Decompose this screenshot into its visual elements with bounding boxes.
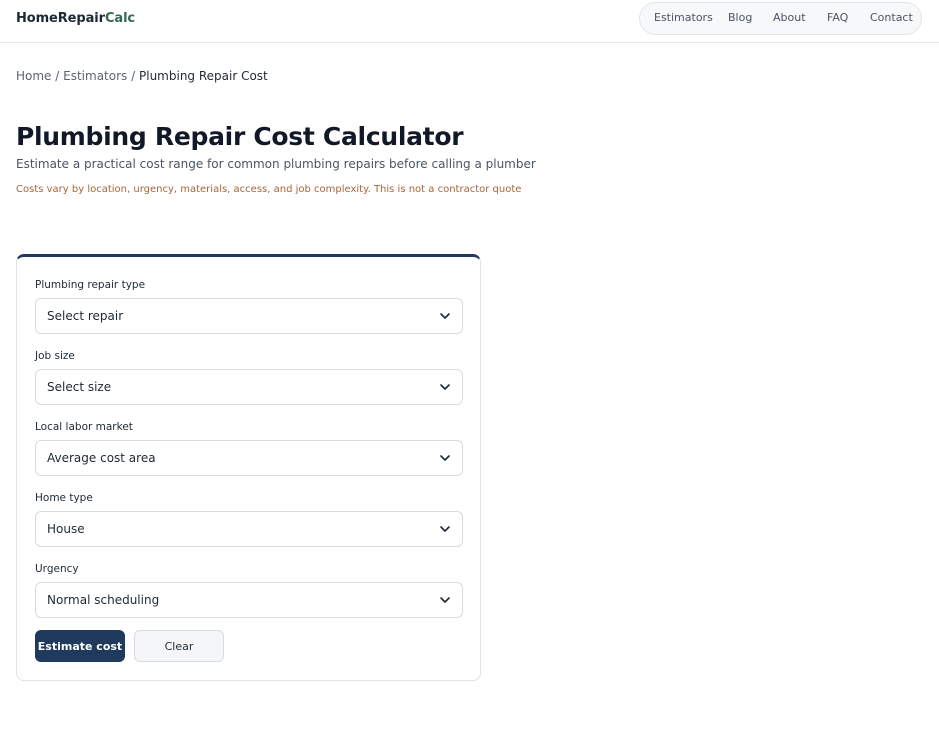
- chevron-down-icon: [440, 597, 450, 603]
- breadcrumb-current: Plumbing Repair Cost: [139, 69, 268, 83]
- nav-estimators[interactable]: Estimators: [654, 11, 713, 24]
- urgency-select[interactable]: Normal scheduling: [35, 582, 463, 618]
- home-type-value: House: [47, 522, 85, 536]
- home-type-select[interactable]: House: [35, 511, 463, 547]
- chevron-down-icon: [440, 384, 450, 390]
- chevron-down-icon: [440, 455, 450, 461]
- chevron-down-icon: [440, 313, 450, 319]
- job-size-value: Select size: [47, 380, 112, 394]
- nav-about[interactable]: About: [773, 11, 806, 24]
- logo-accent-text: Calc: [104, 11, 136, 26]
- site-logo[interactable]: HomeRepairCalc: [16, 11, 135, 26]
- calculator-card: Plumbing repair type Select repair Job s…: [16, 254, 481, 681]
- labor-market-value: Average cost area: [47, 451, 156, 465]
- logo-main-text: HomeRepair: [16, 11, 105, 26]
- job-size-select[interactable]: Select size: [35, 369, 463, 405]
- labor-market-label: Local labor market: [35, 421, 133, 433]
- top-nav: Estimators Blog About FAQ Contact: [639, 2, 922, 35]
- nav-faq[interactable]: FAQ: [827, 11, 848, 24]
- repair-type-value: Select repair: [47, 309, 124, 323]
- home-type-label: Home type: [35, 492, 93, 504]
- breadcrumb-home[interactable]: Home: [16, 69, 51, 83]
- breadcrumb-estimators[interactable]: Estimators: [63, 69, 127, 83]
- chevron-down-icon: [440, 526, 450, 532]
- nav-contact[interactable]: Contact: [870, 11, 913, 24]
- labor-market-select[interactable]: Average cost area: [35, 440, 463, 476]
- estimate-cost-button[interactable]: Estimate cost: [35, 630, 125, 662]
- job-size-label: Job size: [35, 350, 75, 362]
- urgency-label: Urgency: [35, 563, 79, 575]
- urgency-value: Normal scheduling: [47, 593, 160, 607]
- clear-button[interactable]: Clear: [134, 630, 224, 662]
- breadcrumb-separator: /: [55, 69, 60, 83]
- breadcrumb: Home / Estimators / Plumbing Repair Cost: [16, 69, 268, 83]
- site-header: HomeRepairCalc Estimators Blog About FAQ…: [0, 0, 939, 43]
- breadcrumb-separator: /: [131, 69, 136, 83]
- page-subtitle: Estimate a practical cost range for comm…: [16, 157, 536, 171]
- cost-disclaimer: Costs vary by location, urgency, materia…: [16, 184, 522, 195]
- repair-type-label: Plumbing repair type: [35, 279, 146, 291]
- page-title: Plumbing Repair Cost Calculator: [16, 122, 464, 151]
- nav-blog[interactable]: Blog: [728, 11, 752, 24]
- repair-type-select[interactable]: Select repair: [35, 298, 463, 334]
